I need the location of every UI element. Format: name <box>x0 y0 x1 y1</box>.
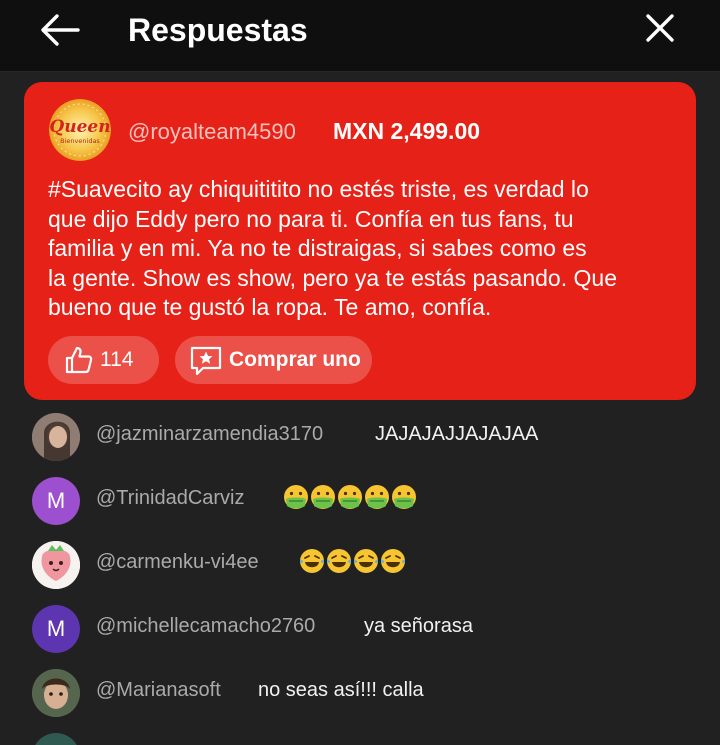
buy-label: Comprar uno <box>229 348 361 371</box>
message-line: bueno que te gustó la ropa. Te amo, conf… <box>48 294 492 320</box>
laughing-tears-emoji-icon <box>327 549 351 573</box>
strawberry-character-icon <box>32 541 80 589</box>
avatar[interactable]: M <box>32 477 80 525</box>
comment-emojis <box>283 484 417 510</box>
sick-face-emoji-icon <box>284 485 308 509</box>
super-chat-amount: MXN 2,499.00 <box>333 118 481 144</box>
gift-star-icon <box>190 346 222 376</box>
sick-face-emoji-icon <box>392 485 416 509</box>
avatar[interactable]: M <box>32 605 80 653</box>
super-chat-card: Queen Bienvenidas @royalteam4590 MXN 2,4… <box>24 82 696 400</box>
super-chat-username[interactable]: @royalteam4590 <box>128 119 296 145</box>
page-title: Respuestas <box>128 12 308 48</box>
message-line: familia y en mi. Ya no te distraigas, si… <box>48 235 587 261</box>
sick-face-emoji-icon <box>311 485 335 509</box>
list-item: M @TrinidadCarviz <box>0 471 720 527</box>
logo-text: Queen <box>49 117 110 137</box>
like-count: 114 <box>100 348 134 371</box>
comment-username[interactable]: @michellecamacho2760 <box>96 615 315 638</box>
top-bar: Respuestas <box>0 0 720 72</box>
avatar[interactable] <box>32 733 80 745</box>
comment-username[interactable]: @jazminarzamendia3170 <box>96 423 323 446</box>
close-icon <box>646 14 674 42</box>
message-line: la gente. Show es show, pero ya te estás… <box>48 264 617 291</box>
avatar[interactable] <box>32 413 80 461</box>
avatar[interactable] <box>32 541 80 589</box>
comment-text: ya señorasa <box>364 615 473 637</box>
avatar[interactable] <box>32 669 80 717</box>
comment-text: no seas así!!! calla <box>258 679 424 701</box>
laughing-tears-emoji-icon <box>354 549 378 573</box>
comment-emojis <box>299 548 406 574</box>
user-photo-icon <box>32 413 80 461</box>
message-line: que dijo Eddy pero no para ti. Confía en… <box>48 205 574 232</box>
list-item: @carmenku-vi4ee <box>0 535 720 591</box>
comment-text: JAJAJAJJAJAJAA <box>375 423 539 445</box>
sick-face-emoji-icon <box>365 485 389 509</box>
comment-username[interactable]: @TrinidadCarviz <box>96 487 245 510</box>
user-photo-icon <box>32 669 80 717</box>
list-item: M @michellecamacho2760 ya señorasa <box>0 599 720 655</box>
back-button[interactable] <box>36 10 84 50</box>
laughing-tears-emoji-icon <box>381 549 405 573</box>
queen-logo-icon: Queen Bienvenidas <box>49 99 111 161</box>
comment-username[interactable]: @Marianasoft <box>96 679 221 702</box>
arrow-left-icon <box>41 14 80 46</box>
close-button[interactable] <box>636 8 684 48</box>
message-line: #Suavecito ay chiquititito no estés tris… <box>48 176 589 202</box>
super-chat-message: #Suavecito ay chiquititito no estés tris… <box>48 175 678 323</box>
laughing-tears-emoji-icon <box>300 549 324 573</box>
comment-username[interactable]: @carmenku-vi4ee <box>96 551 259 574</box>
like-button[interactable]: 114 <box>48 336 159 384</box>
thumbs-up-icon <box>65 346 93 374</box>
logo-subtext: Bienvenidas <box>60 137 100 145</box>
list-item-partial <box>0 727 720 745</box>
sick-face-emoji-icon <box>338 485 362 509</box>
buy-button[interactable]: Comprar uno <box>175 336 372 384</box>
channel-avatar[interactable]: Queen Bienvenidas <box>49 99 111 161</box>
replies-panel: Queen Bienvenidas @royalteam4590 MXN 2,4… <box>0 72 720 745</box>
list-item: @Marianasoft no seas así!!! calla <box>0 663 720 719</box>
list-item: @jazminarzamendia3170 JAJAJAJJAJAJAA <box>0 407 720 463</box>
